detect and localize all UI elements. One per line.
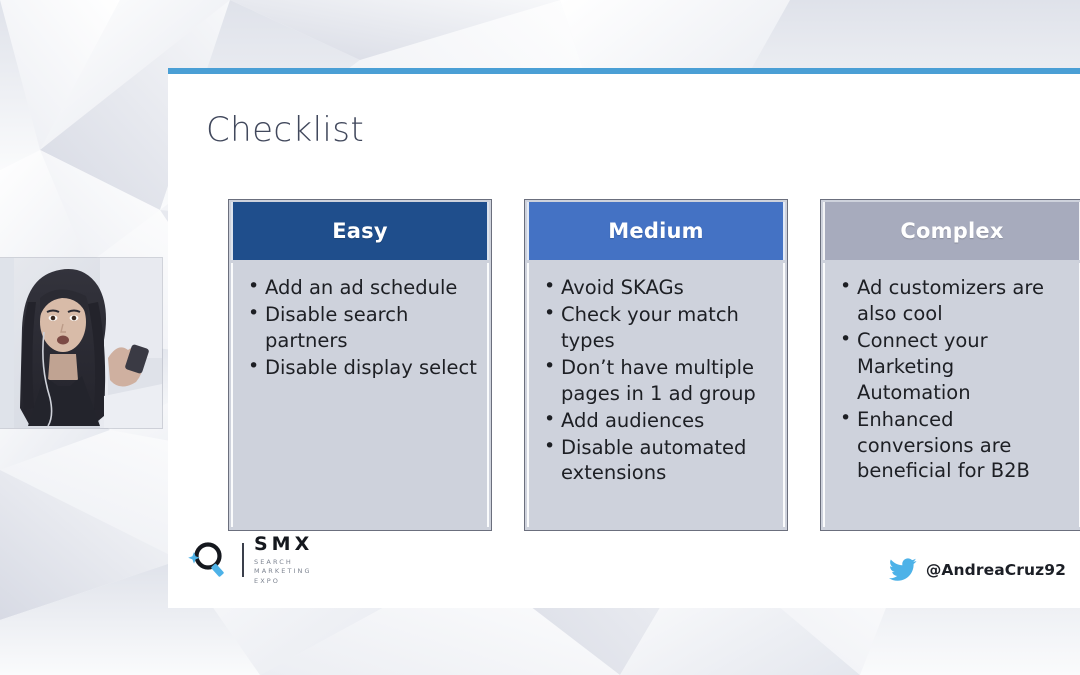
checklist-card-easy[interactable]: Easy Add an ad schedule Disable search p… [228,199,492,531]
bullet-list-complex: Ad customizers are also cool Connect you… [839,274,1069,485]
list-item: Avoid SKAGs [543,274,773,301]
page-title: Checklist [206,110,365,150]
list-item: Add an ad schedule [247,274,477,301]
logo-tagline-line3: EXPO [254,576,280,585]
card-header-medium: Medium [527,202,785,260]
card-body-easy: Add an ad schedule Disable search partne… [231,263,489,527]
magnifier-icon [188,542,224,578]
list-item: Connect your Marketing Automation [839,327,1069,406]
card-header-easy: Easy [231,202,489,260]
twitter-bird-icon [888,558,917,581]
checklist-card-complex[interactable]: Complex Ad customizers are also cool Con… [820,199,1080,531]
checklist-columns: Easy Add an ad schedule Disable search p… [228,199,1080,531]
list-item: Disable automated extensions [543,434,773,487]
list-item: Disable search partners [247,301,477,354]
card-header-label: Easy [332,219,388,243]
slide-accent-bar [168,68,1080,74]
card-header-label: Medium [608,219,704,243]
list-item: Disable display select [247,354,477,381]
logo-tagline-line2: MARKETING [254,567,312,576]
twitter-handle-text: @AndreaCruz92 [925,561,1066,579]
presentation-slide: Checklist Easy Add an ad schedule Disabl… [168,68,1080,608]
list-item: Enhanced conversions are beneficial for … [839,406,1069,485]
checklist-card-medium[interactable]: Medium Avoid SKAGs Check your match type… [524,199,788,531]
presenter-webcam-feed[interactable] [0,258,162,428]
card-body-complex: Ad customizers are also cool Connect you… [823,263,1080,527]
list-item: Add audiences [543,407,773,434]
logo-tagline: SEARCH MARKETING EXPO [254,558,313,586]
smx-logo: SMX SEARCH MARKETING EXPO [188,532,314,586]
bullet-list-medium: Avoid SKAGs Check your match types Don’t… [543,274,773,487]
logo-name: SMX [254,532,314,555]
list-item: Check your match types [543,301,773,354]
card-header-label: Complex [900,219,1004,243]
logo-divider [242,543,244,578]
twitter-handle[interactable]: @AndreaCruz92 [888,558,1066,582]
list-item: Don’t have multiple pages in 1 ad group [543,354,773,407]
bullet-list-easy: Add an ad schedule Disable search partne… [247,274,477,381]
logo-wordmark: SMX SEARCH MARKETING EXPO [254,532,314,586]
card-header-complex: Complex [823,202,1080,260]
logo-tagline-line1: SEARCH [254,557,293,566]
list-item: Ad customizers are also cool [839,274,1069,327]
presenter-video-icon [0,258,162,428]
card-body-medium: Avoid SKAGs Check your match types Don’t… [527,263,785,527]
